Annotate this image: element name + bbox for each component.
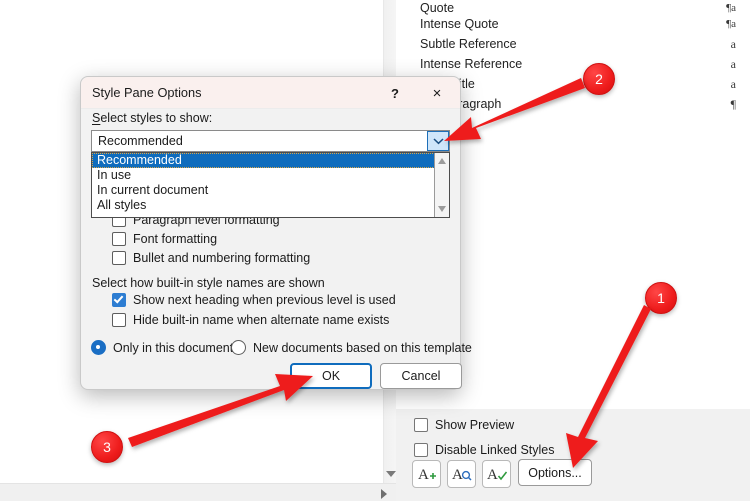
new-style-icon: A bbox=[418, 467, 436, 483]
annotation-badge-3: 3 bbox=[91, 431, 123, 463]
checkbox-box[interactable] bbox=[414, 443, 428, 457]
style-type-icon: a bbox=[730, 36, 736, 51]
show-preview-checkbox[interactable]: Show Preview bbox=[414, 418, 514, 432]
checkbox-box[interactable] bbox=[112, 232, 126, 246]
style-name: Quote bbox=[420, 1, 455, 15]
combobox-value: Recommended bbox=[98, 134, 183, 148]
svg-text:A: A bbox=[418, 467, 429, 483]
style-list-item[interactable]: Intense Quote ¶a bbox=[420, 14, 736, 34]
style-name: Subtle Reference bbox=[420, 37, 517, 51]
dropdown-option[interactable]: In use bbox=[92, 168, 449, 183]
dropdown-scrollbar[interactable] bbox=[434, 153, 449, 217]
select-styles-combobox[interactable]: Recommended bbox=[91, 130, 450, 152]
bullet-numbering-formatting-checkbox[interactable]: Bullet and numbering formatting bbox=[112, 251, 310, 265]
radio-circle[interactable] bbox=[231, 340, 246, 355]
scroll-up-icon[interactable] bbox=[438, 158, 446, 164]
bullet-numbering-formatting-label: Bullet and numbering formatting bbox=[133, 251, 311, 265]
help-icon[interactable]: ? bbox=[384, 83, 406, 103]
select-styles-label: Select styles to show: bbox=[92, 111, 213, 125]
close-icon[interactable]: × bbox=[422, 82, 452, 104]
style-type-icon: a bbox=[730, 76, 736, 91]
style-type-icon: ¶a bbox=[726, 18, 736, 30]
svg-text:A: A bbox=[487, 467, 498, 483]
style-pane-options-dialog: Style Pane Options ? × Select styles to … bbox=[80, 76, 472, 390]
font-formatting-checkbox[interactable]: Font formatting bbox=[112, 232, 217, 246]
scroll-down-icon[interactable] bbox=[386, 471, 396, 477]
show-next-heading-label: Show next heading when previous level is… bbox=[133, 293, 396, 307]
only-in-this-document-radio[interactable]: Only in this document bbox=[91, 340, 233, 355]
dropdown-option[interactable]: All styles bbox=[92, 198, 449, 213]
dialog-title: Style Pane Options bbox=[92, 85, 202, 100]
checkbox-box[interactable] bbox=[112, 313, 126, 327]
show-next-heading-checkbox[interactable]: Show next heading when previous level is… bbox=[112, 293, 396, 307]
cancel-button[interactable]: Cancel bbox=[380, 363, 462, 389]
annotation-badge-1: 1 bbox=[645, 282, 677, 314]
checkbox-box[interactable] bbox=[112, 251, 126, 265]
styles-pane-footer: Show Preview Disable Linked Styles A A A bbox=[396, 408, 750, 501]
style-inspector-icon: A bbox=[452, 467, 472, 483]
disable-linked-styles-label: Disable Linked Styles bbox=[435, 443, 555, 457]
style-inspector-icon-button[interactable]: A bbox=[447, 460, 476, 488]
manage-styles-icon-button[interactable]: A bbox=[482, 460, 511, 488]
only-in-this-document-label: Only in this document bbox=[113, 340, 234, 355]
style-list-item[interactable]: Intense Reference a bbox=[420, 54, 736, 74]
style-name: Intense Quote bbox=[420, 17, 499, 31]
style-name: Intense Reference bbox=[420, 57, 523, 71]
scroll-down-icon[interactable] bbox=[438, 206, 446, 212]
style-type-icon: ¶ bbox=[730, 96, 736, 111]
hide-builtin-name-checkbox[interactable]: Hide built-in name when alternate name e… bbox=[112, 313, 389, 327]
hide-builtin-name-label: Hide built-in name when alternate name e… bbox=[133, 313, 390, 327]
select-styles-dropdown-list[interactable]: Recommended In use In current document A… bbox=[91, 152, 450, 218]
style-list-item[interactable]: Subtle Reference a bbox=[420, 34, 736, 54]
manage-styles-icon: A bbox=[487, 467, 507, 483]
dropdown-option[interactable]: In current document bbox=[92, 183, 449, 198]
style-type-icon: a bbox=[730, 56, 736, 71]
document-horizontal-scrollbar[interactable] bbox=[0, 483, 396, 501]
select-styles-label-rest: elect styles to show: bbox=[100, 111, 213, 125]
svg-text:A: A bbox=[452, 467, 463, 483]
checkbox-box[interactable] bbox=[112, 293, 126, 307]
new-documents-template-radio[interactable]: New documents based on this template bbox=[231, 340, 472, 355]
radio-circle[interactable] bbox=[91, 340, 106, 355]
annotation-badge-2: 2 bbox=[583, 63, 615, 95]
new-documents-template-label: New documents based on this template bbox=[253, 340, 472, 355]
options-button[interactable]: Options... bbox=[518, 459, 592, 486]
dropdown-option[interactable]: Recommended bbox=[92, 153, 449, 168]
style-list-item[interactable]: Book Title a bbox=[420, 74, 736, 94]
disable-linked-styles-checkbox[interactable]: Disable Linked Styles bbox=[414, 443, 555, 457]
checkbox-box[interactable] bbox=[414, 418, 428, 432]
chevron-down-icon[interactable] bbox=[427, 131, 449, 151]
font-formatting-label: Font formatting bbox=[133, 232, 218, 246]
builtin-names-section-label: Select how built-in style names are show… bbox=[92, 276, 325, 290]
style-type-icon: ¶a bbox=[726, 2, 736, 14]
style-list-item[interactable]: List Paragraph ¶ bbox=[420, 94, 736, 114]
scroll-right-icon[interactable] bbox=[381, 489, 387, 499]
ok-button[interactable]: OK bbox=[290, 363, 372, 389]
new-style-icon-button[interactable]: A bbox=[412, 460, 441, 488]
show-preview-label: Show Preview bbox=[435, 418, 515, 432]
